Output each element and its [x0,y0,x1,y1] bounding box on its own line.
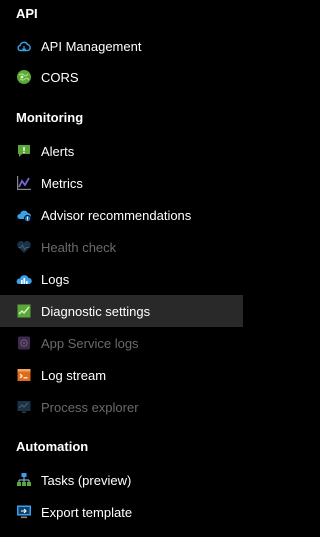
nav-item-health-check[interactable]: Health check [0,231,243,263]
nav-label: Metrics [41,175,83,191]
log-stream-icon [16,367,32,383]
nav-label: Process explorer [41,399,139,415]
logs-icon [16,271,32,287]
nav-label: Logs [41,271,70,287]
section-header-monitoring: Monitoring [16,110,84,125]
nav-item-log-stream[interactable]: Log stream [0,359,243,391]
nav-label: API Management [41,38,142,54]
nav-label: Diagnostic settings [41,303,151,319]
cors-globe-icon [16,69,32,85]
app-service-logs-icon [16,335,32,351]
nav-item-cors[interactable]: CORS [0,61,243,93]
metrics-icon [16,175,32,191]
export-template-icon [16,504,32,520]
cloud-icon [16,38,32,54]
nav-item-advisor-recommendations[interactable]: Advisor recommendations [0,199,243,231]
nav-label: Export template [41,504,133,520]
nav-label: Advisor recommendations [41,207,192,223]
alert-icon [16,143,32,159]
section-header-api: API [16,6,38,21]
nav-label: Health check [41,239,117,255]
nav-item-app-service-logs[interactable]: App Service logs [0,327,243,359]
nav-item-process-explorer[interactable]: Process explorer [0,391,243,423]
nav-item-export-template[interactable]: Export template [0,496,243,528]
diagnostic-icon [16,303,32,319]
nav-label: Log stream [41,367,107,383]
nav-item-logs[interactable]: Logs [0,263,243,295]
section-header-automation: Automation [16,439,89,454]
nav-label: Alerts [41,143,75,159]
nav-item-api-management[interactable]: API Management [0,30,243,62]
nav-item-alerts[interactable]: Alerts [0,135,243,167]
nav-item-tasks-preview[interactable]: Tasks (preview) [0,464,243,496]
advisor-icon [16,207,32,223]
heart-icon [16,239,32,255]
nav-label: App Service logs [41,335,139,351]
tasks-icon [16,472,32,488]
nav-label: CORS [41,69,79,85]
process-explorer-icon [16,399,32,415]
nav-item-diagnostic-settings[interactable]: Diagnostic settings [0,295,243,327]
nav-label: Tasks (preview) [41,472,132,488]
nav-item-metrics[interactable]: Metrics [0,167,243,199]
